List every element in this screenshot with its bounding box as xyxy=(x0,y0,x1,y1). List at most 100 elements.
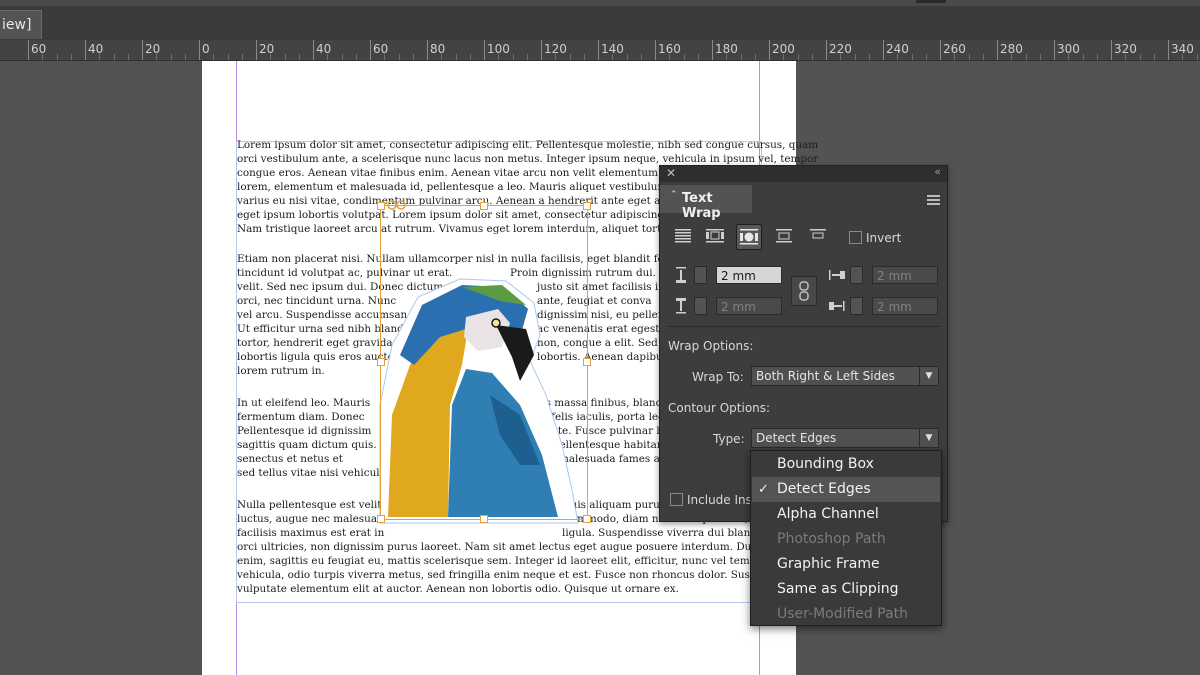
ruler-minor-tick xyxy=(156,54,158,60)
contour-type-value: Detect Edges xyxy=(756,431,837,445)
ruler-minor-tick xyxy=(227,54,229,60)
wrap-bounding-box-button[interactable] xyxy=(703,224,727,248)
right-offset-field[interactable]: 2 mm xyxy=(872,297,938,315)
text-line: enim, sagittis eu feugiat eu, mattis sce… xyxy=(237,555,768,567)
bottom-offset-stepper[interactable] xyxy=(694,297,707,315)
document-tab-bar: iew] xyxy=(0,0,1200,40)
ruler-minor-tick xyxy=(284,54,286,60)
panel-titlebar[interactable]: ✕ « xyxy=(660,165,947,182)
ruler-minor-tick xyxy=(341,54,343,60)
ruler-minor-tick xyxy=(783,54,785,60)
text-line: fermentum diam. Donec xyxy=(237,411,365,423)
ruler-minor-tick xyxy=(1025,54,1027,60)
wrap-to-select[interactable]: Both Right & Left Sides ▼ xyxy=(751,366,939,386)
document-tab[interactable]: iew] xyxy=(0,10,43,39)
make-all-settings-same-button[interactable] xyxy=(791,276,817,306)
ruler-minor-tick xyxy=(127,54,129,60)
frame-handle[interactable] xyxy=(377,515,385,523)
ruler-minor-tick xyxy=(754,54,756,60)
ruler-minor-tick xyxy=(441,54,443,60)
ruler-minor-tick xyxy=(1039,54,1041,60)
right-offset-stepper[interactable] xyxy=(850,297,863,315)
text-line: vulputate elementum elit at auctor. Aene… xyxy=(237,583,679,595)
text-line: senectus et netus et xyxy=(237,453,343,465)
updown-icon: ⌃ xyxy=(670,190,678,200)
ruler-tick xyxy=(85,40,86,60)
frame-handle[interactable] xyxy=(583,358,591,366)
ruler-minor-tick xyxy=(1153,54,1155,60)
menu-item-graphic-frame[interactable]: Graphic Frame xyxy=(752,552,940,577)
wrap-object-shape-button[interactable] xyxy=(736,224,762,250)
text-line: luctus, augue nec malesuada xyxy=(237,513,390,525)
panel-menu-icon[interactable] xyxy=(927,190,940,209)
include-inside-edges-checkbox[interactable] xyxy=(670,493,683,506)
menu-item-label: Alpha Channel xyxy=(777,506,879,522)
ruler-minor-tick xyxy=(868,54,870,60)
check-icon: ✓ xyxy=(758,482,769,497)
jump-to-next-column-button[interactable] xyxy=(806,224,830,248)
left-offset-stepper[interactable] xyxy=(850,266,863,284)
ruler-label: 20 xyxy=(145,42,161,56)
include-inside-edges-label: Include Ins xyxy=(687,493,752,507)
top-offset-stepper[interactable] xyxy=(694,266,707,284)
frame-handle[interactable] xyxy=(377,202,385,210)
frame-handle[interactable] xyxy=(377,358,385,366)
text-line: In ut eleifend leo. Mauris xyxy=(237,397,371,409)
ruler-minor-tick xyxy=(583,54,585,60)
invert-checkbox[interactable] xyxy=(849,231,862,244)
ruler-minor-tick xyxy=(669,54,671,60)
right-offset-icon xyxy=(829,301,845,311)
ruler-minor-tick xyxy=(56,54,58,60)
ruler-tick xyxy=(940,40,941,60)
frame-handle[interactable] xyxy=(583,202,591,210)
ruler-minor-tick xyxy=(42,54,44,60)
left-offset-field[interactable]: 2 mm xyxy=(872,266,938,284)
ruler-minor-tick xyxy=(70,54,72,60)
contour-type-select[interactable]: Detect Edges ▼ xyxy=(751,428,939,448)
image-frame[interactable] xyxy=(380,205,588,520)
content-grabber-icon[interactable] xyxy=(386,199,408,211)
frame-handle[interactable] xyxy=(583,515,591,523)
menu-item-detect-edges[interactable]: ✓ Detect Edges xyxy=(752,477,940,502)
text-line: ligula. Suspendisse viverra dui blandit xyxy=(562,527,765,539)
ruler-minor-tick xyxy=(626,54,628,60)
ruler-tick xyxy=(826,40,827,60)
scroll-indicator[interactable] xyxy=(916,0,946,3)
ruler-tick xyxy=(655,40,656,60)
divider xyxy=(666,326,941,327)
menu-item-same-as-clipping[interactable]: Same as Clipping xyxy=(752,577,940,602)
ruler-tick xyxy=(541,40,542,60)
ruler-minor-tick xyxy=(213,54,215,60)
ruler-tick xyxy=(1111,40,1112,60)
panel-title: Text Wrap xyxy=(682,191,721,221)
top-offset-field[interactable]: 2 mm xyxy=(716,266,782,284)
ruler-minor-tick xyxy=(298,54,300,60)
text-line: sagittis quam dictum quis. xyxy=(237,439,377,451)
ruler-label: 60 xyxy=(31,42,47,56)
ruler-minor-tick xyxy=(327,54,329,60)
ruler-minor-tick xyxy=(1139,54,1141,60)
menu-item-alpha-channel[interactable]: Alpha Channel xyxy=(752,502,940,527)
ruler-minor-tick xyxy=(355,54,357,60)
menu-item-bounding-box[interactable]: Bounding Box xyxy=(752,452,940,477)
ruler-minor-tick xyxy=(398,54,400,60)
collapse-icon[interactable]: « xyxy=(934,165,941,178)
ruler-minor-tick xyxy=(412,54,414,60)
ruler-tick xyxy=(997,40,998,60)
bottom-offset-field[interactable]: 2 mm xyxy=(716,297,782,315)
close-icon[interactable]: ✕ xyxy=(666,166,676,180)
ruler-minor-tick xyxy=(1125,54,1127,60)
panel-tab[interactable]: ⌃ Text Wrap xyxy=(660,185,752,221)
horizontal-ruler[interactable]: 60 40 20 0 20 40 60 80 100 120 140 160 180 200 220 240 2… xyxy=(0,40,1200,61)
no-text-wrap-button[interactable] xyxy=(671,224,695,248)
ruler-tick xyxy=(883,40,884,60)
ruler-minor-tick xyxy=(925,54,927,60)
ruler-minor-tick xyxy=(1196,54,1198,60)
ruler-minor-tick xyxy=(498,54,500,60)
frame-handle[interactable] xyxy=(480,515,488,523)
ruler-minor-tick xyxy=(99,54,101,60)
frame-handle[interactable] xyxy=(480,202,488,210)
ruler-minor-tick xyxy=(1082,54,1084,60)
jump-object-button[interactable] xyxy=(772,224,796,248)
ruler-tick xyxy=(427,40,428,60)
